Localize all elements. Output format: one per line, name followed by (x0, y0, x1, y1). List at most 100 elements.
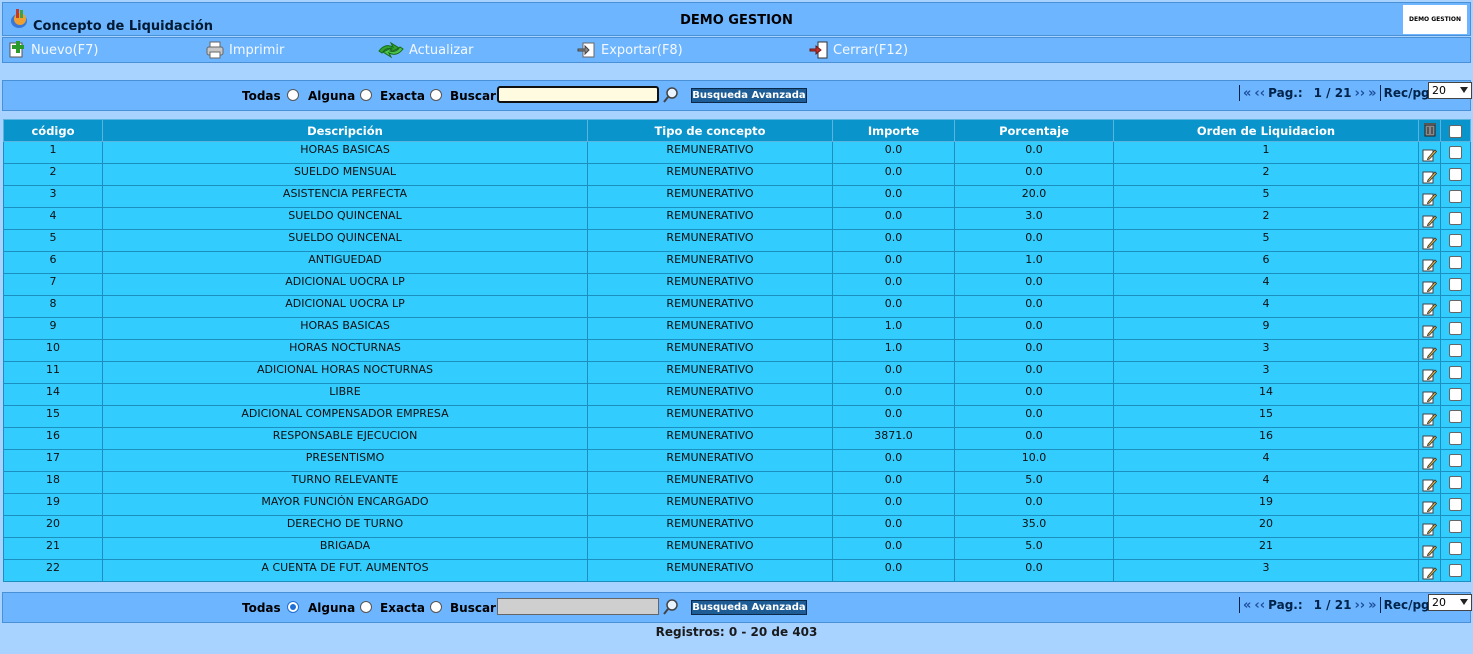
row-checkbox[interactable] (1449, 564, 1462, 577)
table-row[interactable]: 7 ADICIONAL UOCRA LP REMUNERATIVO 0.0 0.0 4 (3, 273, 1471, 296)
edit-icon[interactable] (1422, 434, 1437, 448)
code-cell: 10 (3, 339, 103, 362)
edit-icon[interactable] (1422, 390, 1437, 404)
column-header[interactable]: Descripción (102, 119, 588, 142)
all-words-radio[interactable] (287, 601, 299, 613)
edit-icon[interactable] (1422, 456, 1437, 470)
row-checkbox[interactable] (1449, 388, 1462, 401)
print-button[interactable]: Imprimir (205, 41, 284, 59)
edit-icon[interactable] (1422, 214, 1437, 228)
row-checkbox[interactable] (1449, 278, 1462, 291)
row-checkbox[interactable] (1449, 212, 1462, 225)
table-row[interactable]: 9 HORAS BASICAS REMUNERATIVO 1.0 0.0 9 (3, 317, 1471, 340)
records-per-page-select[interactable]: 20 (1428, 82, 1472, 99)
prev-page-icon[interactable]: ‹‹ (1254, 598, 1265, 613)
table-row[interactable]: 2 SUELDO MENSUAL REMUNERATIVO 0.0 0.0 2 (3, 163, 1471, 186)
edit-icon[interactable] (1422, 170, 1437, 184)
row-checkbox[interactable] (1449, 366, 1462, 379)
export-button[interactable]: Exportar(F8) (577, 41, 683, 59)
row-checkbox[interactable] (1449, 190, 1462, 203)
edit-icon[interactable] (1422, 280, 1437, 294)
table-row[interactable]: 14 LIBRE REMUNERATIVO 0.0 0.0 14 (3, 383, 1471, 406)
advanced-search-button[interactable]: Busqueda Avanzada (691, 600, 807, 615)
table-row[interactable]: 17 PRESENTISMO REMUNERATIVO 0.0 10.0 4 (3, 449, 1471, 472)
first-page-icon[interactable]: « (1243, 86, 1251, 101)
last-page-icon[interactable]: » (1368, 598, 1376, 613)
table-row[interactable]: 15 ADICIONAL COMPENSADOR EMPRESA REMUNERAT… (3, 405, 1471, 428)
any-word-radio[interactable] (360, 89, 372, 101)
edit-icon[interactable] (1422, 236, 1437, 250)
next-page-icon[interactable]: ›› (1354, 598, 1365, 613)
first-page-icon[interactable]: « (1243, 598, 1251, 613)
row-checkbox[interactable] (1449, 300, 1462, 313)
column-header[interactable]: Porcentaje (954, 119, 1114, 142)
row-checkbox[interactable] (1449, 344, 1462, 357)
edit-icon[interactable] (1422, 544, 1437, 558)
description-cell: ADICIONAL HORAS NOCTURNAS (102, 361, 588, 384)
close-button[interactable]: Cerrar(F12) (809, 41, 908, 59)
magnifier-icon[interactable] (662, 86, 680, 104)
column-header[interactable]: Orden de Liquidacion (1113, 119, 1419, 142)
edit-icon[interactable] (1422, 346, 1437, 360)
edit-icon[interactable] (1422, 368, 1437, 382)
code-cell: 8 (3, 295, 103, 318)
row-checkbox[interactable] (1449, 520, 1462, 533)
row-checkbox[interactable] (1449, 454, 1462, 467)
table-row[interactable]: 18 TURNO RELEVANTE REMUNERATIVO 0.0 5.0 4 (3, 471, 1471, 494)
column-header[interactable]: Tipo de concepto (587, 119, 833, 142)
order-cell: 19 (1113, 493, 1419, 516)
table-row[interactable]: 4 SUELDO QUINCENAL REMUNERATIVO 0.0 3.0 2 (3, 207, 1471, 230)
edit-icon[interactable] (1422, 478, 1437, 492)
exact-radio[interactable] (430, 601, 442, 613)
edit-icon[interactable] (1422, 412, 1437, 426)
row-checkbox[interactable] (1449, 432, 1462, 445)
table-row[interactable]: 21 BRIGADA REMUNERATIVO 0.0 5.0 21 (3, 537, 1471, 560)
prev-page-icon[interactable]: ‹‹ (1254, 86, 1265, 101)
table-row[interactable]: 22 A CUENTA DE FUT. AUMENTOS REMUNERATIVO 0… (3, 559, 1471, 582)
edit-icon[interactable] (1422, 324, 1437, 338)
row-checkbox[interactable] (1449, 234, 1462, 247)
search-input-bottom[interactable] (497, 598, 659, 615)
edit-icon[interactable] (1422, 302, 1437, 316)
new-button[interactable]: Nuevo(F7) (7, 41, 99, 59)
exact-radio[interactable] (430, 89, 442, 101)
column-header[interactable]: Importe (832, 119, 955, 142)
table-row[interactable]: 20 DERECHO DE TURNO REMUNERATIVO 0.0 35.0 20 (3, 515, 1471, 538)
records-per-page-select[interactable]: 20 (1428, 594, 1472, 611)
last-page-icon[interactable]: » (1368, 86, 1376, 101)
column-header[interactable]: código (3, 119, 103, 142)
table-row[interactable]: 8 ADICIONAL UOCRA LP REMUNERATIVO 0.0 0.0 4 (3, 295, 1471, 318)
magnifier-icon[interactable] (662, 598, 680, 616)
table-row[interactable]: 3 ASISTENCIA PERFECTA REMUNERATIVO 0.0 20.0 5 (3, 185, 1471, 208)
table-row[interactable]: 10 HORAS NOCTURNAS REMUNERATIVO 1.0 0.0 3 (3, 339, 1471, 362)
advanced-search-button[interactable]: Busqueda Avanzada (691, 88, 807, 103)
edit-icon[interactable] (1422, 566, 1437, 580)
edit-icon[interactable] (1422, 258, 1437, 272)
next-page-icon[interactable]: ›› (1354, 86, 1365, 101)
edit-icon[interactable] (1422, 522, 1437, 536)
all-words-radio[interactable] (287, 89, 299, 101)
select-all-checkbox[interactable] (1449, 124, 1462, 138)
edit-icon[interactable] (1422, 500, 1437, 514)
edit-icon[interactable] (1422, 192, 1437, 206)
search-input[interactable] (497, 86, 659, 103)
table-row[interactable]: 16 RESPONSABLE EJECUCION REMUNERATIVO 3871.… (3, 427, 1471, 450)
table-row[interactable]: 5 SUELDO QUINCENAL REMUNERATIVO 0.0 0.0 5 (3, 229, 1471, 252)
table-row[interactable]: 11 ADICIONAL HORAS NOCTURNAS REMUNERATIVO 0… (3, 361, 1471, 384)
row-checkbox[interactable] (1449, 476, 1462, 489)
row-checkbox[interactable] (1449, 146, 1462, 159)
records-count: Registros: 0 - 20 de 403 (655, 625, 818, 639)
row-checkbox[interactable] (1449, 168, 1462, 181)
trash-icon[interactable] (1422, 121, 1438, 137)
row-checkbox[interactable] (1449, 542, 1462, 555)
row-checkbox[interactable] (1449, 410, 1462, 423)
row-checkbox[interactable] (1449, 498, 1462, 511)
refresh-button[interactable]: Actualizar (377, 41, 473, 59)
row-checkbox[interactable] (1449, 256, 1462, 269)
edit-icon[interactable] (1422, 148, 1437, 162)
row-checkbox[interactable] (1449, 322, 1462, 335)
table-row[interactable]: 1 HORAS BASICAS REMUNERATIVO 0.0 0.0 1 (3, 141, 1471, 164)
table-row[interactable]: 19 MAYOR FUNCIÓN ENCARGADO REMUNERATIVO 0.0… (3, 493, 1471, 516)
table-row[interactable]: 6 ANTIGUEDAD REMUNERATIVO 0.0 1.0 6 (3, 251, 1471, 274)
any-word-radio[interactable] (360, 601, 372, 613)
